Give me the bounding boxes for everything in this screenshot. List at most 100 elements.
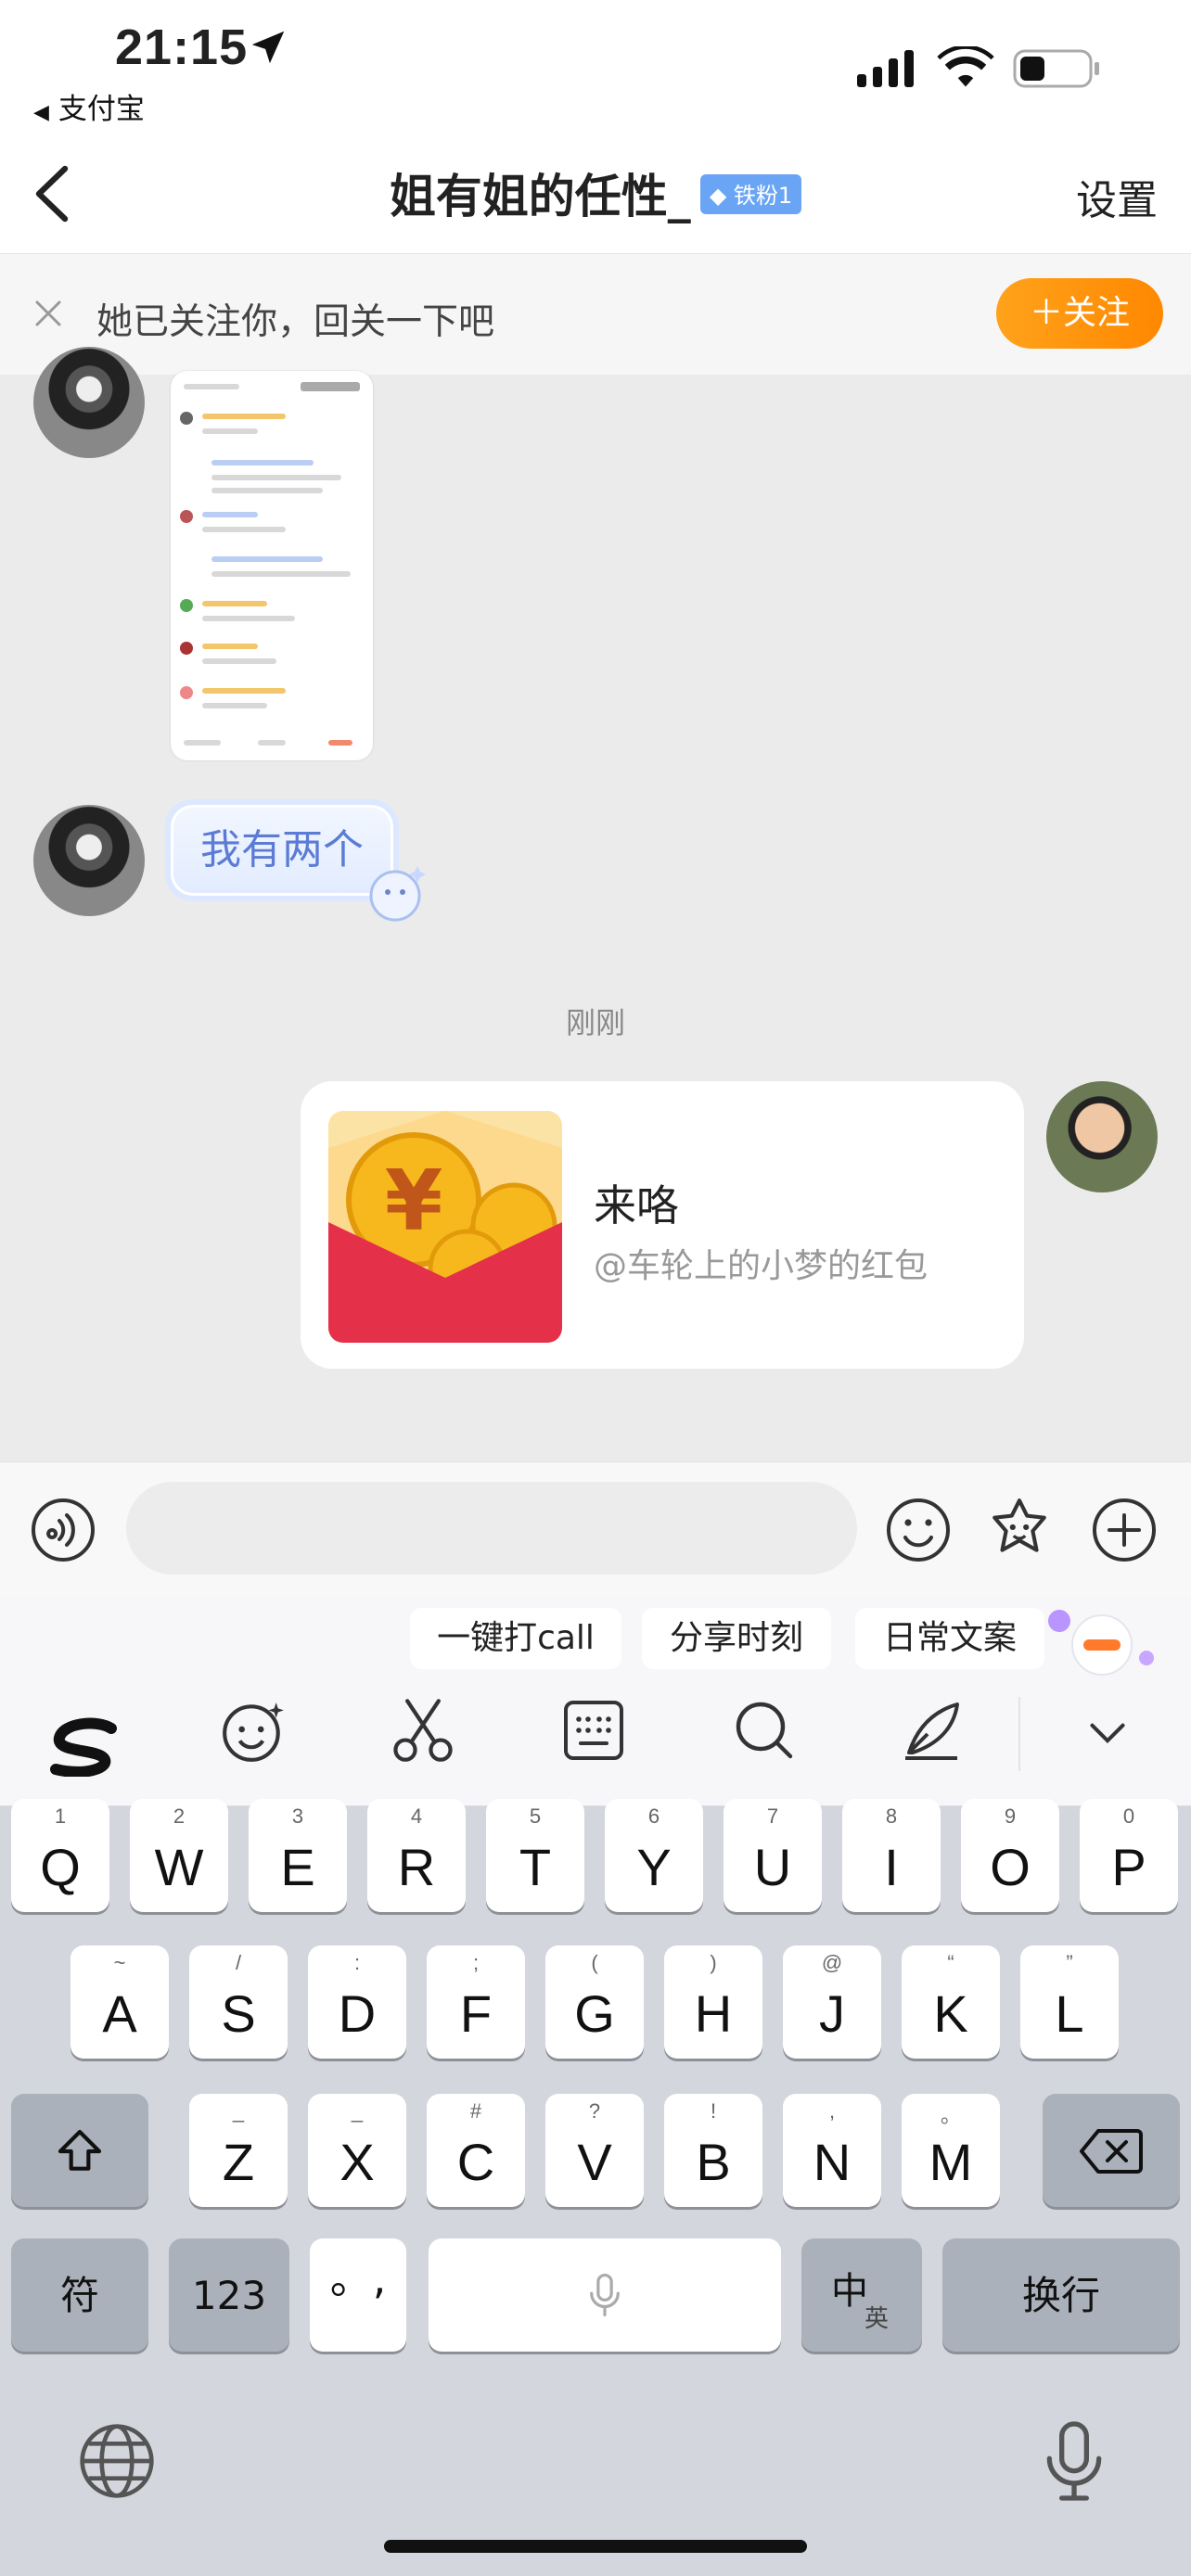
key-letter: M: [928, 2133, 973, 2191]
key-letter: O: [990, 1838, 1031, 1896]
key-letter: Z: [222, 2133, 255, 2191]
emoji-icon[interactable]: [885, 1497, 952, 1563]
ime-logo-icon[interactable]: [48, 1717, 121, 1777]
key-y[interactable]: 6Y: [605, 1799, 703, 1912]
key-letter: T: [519, 1838, 552, 1896]
assistant-mascot-icon[interactable]: [1043, 1602, 1158, 1680]
signal-icon: [857, 50, 914, 87]
avatar[interactable]: [33, 805, 145, 916]
numbers-key-label: 123: [191, 2273, 267, 2318]
key-secondary-symbol: ,: [828, 2099, 836, 2123]
key-m[interactable]: 。 M: [902, 2094, 1000, 2207]
key-o[interactable]: 9O: [961, 1799, 1059, 1912]
add-icon[interactable]: [1091, 1497, 1158, 1563]
symbols-key[interactable]: 符: [11, 2238, 148, 2352]
voice-input-icon[interactable]: [30, 1497, 96, 1563]
globe-icon[interactable]: [78, 2422, 156, 2500]
back-to-app[interactable]: ◀ 支付宝: [33, 85, 145, 127]
language-switch-key[interactable]: 中 英: [801, 2238, 922, 2352]
key-i[interactable]: 8I: [842, 1799, 941, 1912]
location-arrow-icon: [251, 31, 285, 64]
emoji-keyboard-icon[interactable]: [219, 1697, 288, 1766]
message-input[interactable]: [126, 1482, 857, 1575]
key-j[interactable]: @ J: [783, 1945, 881, 2059]
backspace-key[interactable]: [1043, 2094, 1180, 2207]
numbers-key[interactable]: 123: [169, 2238, 289, 2352]
key-letter: N: [813, 2133, 852, 2191]
punctuation-key[interactable]: 。,: [310, 2238, 406, 2352]
svg-text:¥: ¥: [385, 1153, 443, 1250]
key-letter: E: [280, 1838, 315, 1896]
key-k[interactable]: “K: [902, 1945, 1000, 2059]
sticker-icon[interactable]: [985, 1495, 1054, 1563]
bubble-decoration-icon: [369, 866, 426, 922]
key-secondary-symbol: ): [710, 1951, 717, 1974]
key-letter: Y: [636, 1838, 672, 1896]
key-c[interactable]: # C: [427, 2094, 525, 2207]
key-secondary-symbol: ;: [472, 1951, 480, 1974]
key-secondary-symbol: ~: [113, 1951, 126, 1974]
dictation-microphone-icon[interactable]: [1044, 2418, 1104, 2504]
chevron-down-icon[interactable]: [1087, 1712, 1128, 1753]
enter-key-label: 换行: [1021, 2273, 1100, 2318]
red-packet-icon: ¥: [328, 1111, 562, 1343]
key-letter: R: [397, 1838, 436, 1896]
toolbar-divider: [1018, 1697, 1020, 1771]
key-b[interactable]: ! B: [664, 2094, 762, 2207]
battery-icon: [1013, 49, 1099, 88]
close-icon[interactable]: [32, 297, 65, 330]
keyboard-icon[interactable]: [560, 1697, 627, 1764]
enter-key[interactable]: 换行: [942, 2238, 1180, 2352]
key-secondary-symbol: (: [591, 1951, 598, 1974]
key-secondary-symbol: _: [351, 2099, 364, 2123]
key-r[interactable]: 4R: [367, 1799, 466, 1912]
suggestion-chip[interactable]: 日常文案: [855, 1608, 1044, 1669]
suggestion-chip[interactable]: 分享时刻: [642, 1608, 831, 1669]
key-secondary-symbol: _: [232, 2099, 245, 2123]
key-x[interactable]: _ X: [308, 2094, 406, 2207]
settings-button[interactable]: 设置: [1076, 167, 1158, 226]
timestamp: 刚刚: [565, 1005, 625, 1040]
key-letter: A: [102, 1984, 137, 2043]
avatar[interactable]: [33, 347, 145, 458]
key-d[interactable]: :D: [308, 1945, 406, 2059]
page-title: 姐有姐的任性_ ◆ 铁粉1: [0, 159, 1191, 226]
key-secondary-symbol: @: [821, 1951, 843, 1974]
follow-prompt-text: 她已关注你，回关一下吧: [96, 301, 495, 343]
key-secondary-symbol: 3: [291, 1804, 304, 1828]
key-l[interactable]: ” L: [1020, 1945, 1119, 2059]
shift-key[interactable]: [11, 2094, 148, 2207]
fan-badge-label: 铁粉1: [733, 183, 793, 209]
my-avatar[interactable]: [1046, 1081, 1158, 1192]
search-icon[interactable]: [731, 1697, 798, 1764]
key-s[interactable]: / S: [189, 1945, 288, 2059]
suggestion-chip[interactable]: 一键打call: [410, 1608, 621, 1669]
key-secondary-symbol: #: [469, 2099, 482, 2123]
red-packet-title: 来咯: [594, 1180, 679, 1231]
handwriting-pen-icon[interactable]: [898, 1697, 965, 1764]
key-f[interactable]: ; F: [427, 1945, 525, 2059]
wifi-icon: [937, 46, 994, 87]
key-q[interactable]: 1Q: [11, 1799, 109, 1912]
key-h[interactable]: ) H: [664, 1945, 762, 2059]
key-secondary-symbol: 7: [766, 1804, 779, 1828]
key-e[interactable]: 3E: [249, 1799, 347, 1912]
follow-back-button[interactable]: ＋关注: [996, 278, 1163, 349]
key-letter: G: [574, 1984, 615, 2043]
image-message[interactable]: [171, 371, 373, 760]
key-v[interactable]: ? V: [545, 2094, 644, 2207]
key-g[interactable]: (G: [545, 1945, 644, 2059]
scissors-icon[interactable]: [388, 1695, 458, 1766]
key-z[interactable]: _ Z: [189, 2094, 288, 2207]
key-a[interactable]: ~ A: [70, 1945, 169, 2059]
key-w[interactable]: 2W: [130, 1799, 228, 1912]
space-key[interactable]: [429, 2238, 781, 2352]
key-t[interactable]: 5T: [486, 1799, 584, 1912]
key-p[interactable]: 0P: [1080, 1799, 1178, 1912]
key-u[interactable]: 7U: [724, 1799, 822, 1912]
key-letter: U: [753, 1838, 792, 1896]
key-n[interactable]: ,N: [783, 2094, 881, 2207]
shift-arrow-icon: [58, 2129, 102, 2171]
key-secondary-symbol: 4: [410, 1804, 423, 1828]
key-secondary-symbol: ”: [1066, 1951, 1073, 1974]
